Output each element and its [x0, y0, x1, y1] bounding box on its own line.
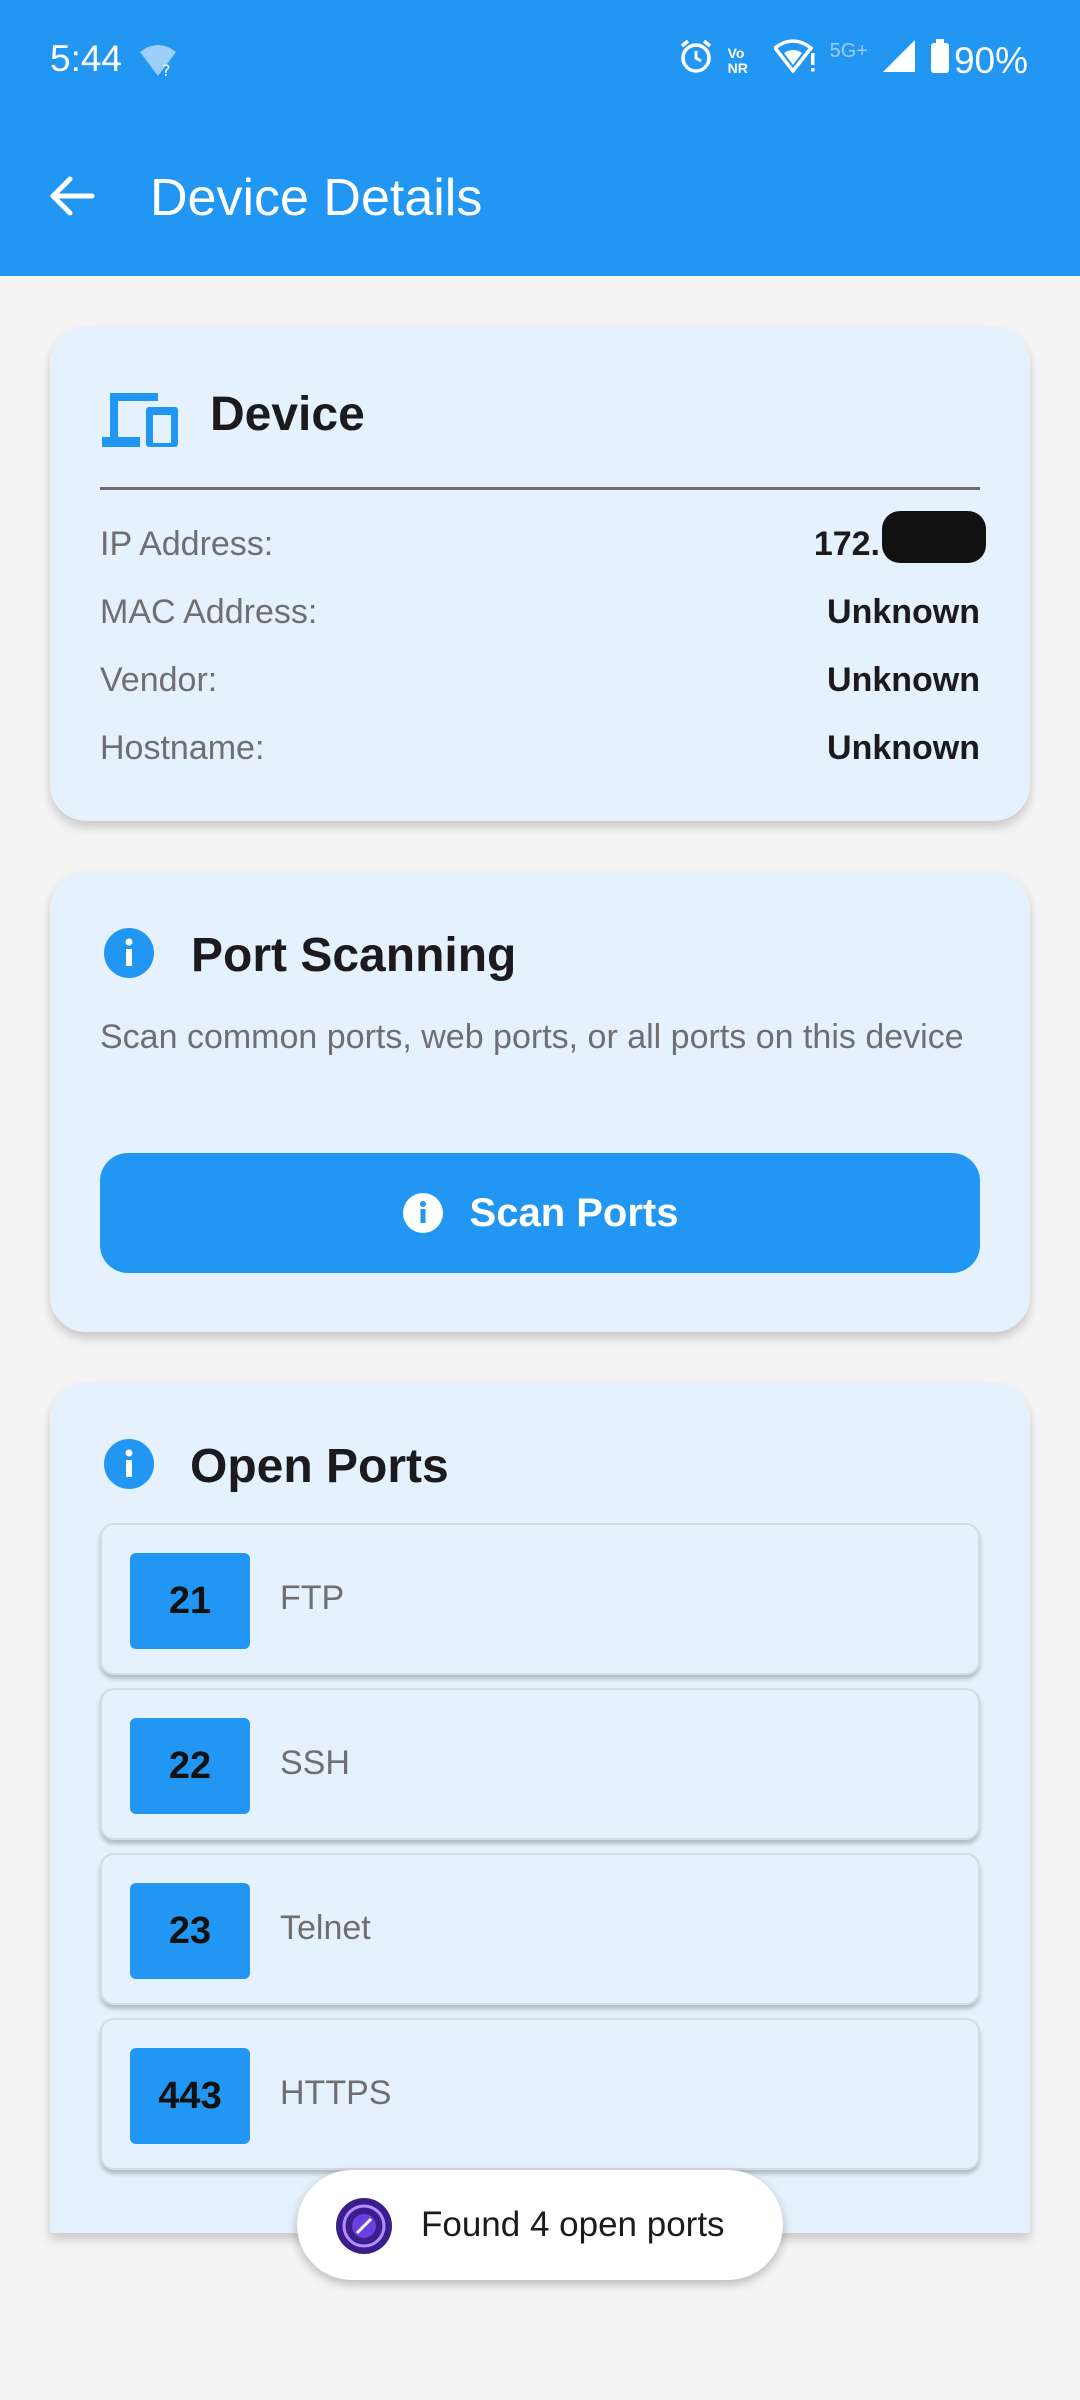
ip-address-value: 172. [813, 525, 880, 563]
port-scanning-title: Port Scanning [191, 929, 517, 982]
status-time: 5:44 [50, 38, 123, 79]
battery-icon [930, 39, 950, 82]
back-arrow-icon[interactable] [44, 168, 100, 224]
info-icon [402, 1192, 444, 1234]
port-service-name: HTTPS [280, 2074, 392, 2112]
divider [100, 487, 980, 490]
port-service-name: FTP [280, 1579, 345, 1617]
port-number-badge: 443 [130, 2048, 250, 2144]
devices-icon [100, 389, 182, 451]
port-scanning-description: Scan common ports, web ports, or all por… [100, 1018, 964, 1056]
toast-text: Found 4 open ports [421, 2205, 725, 2244]
port-list-item[interactable]: 21 FTP [100, 1523, 980, 1675]
port-number-badge: 21 [130, 1553, 250, 1649]
port-number-badge: 22 [130, 1718, 250, 1814]
port-list-item[interactable]: 22 SSH [100, 1688, 980, 1840]
alarm-icon [678, 38, 714, 83]
vendor-label: Vendor: [100, 661, 218, 699]
signal-icon [882, 39, 916, 82]
port-number-badge: 23 [130, 1883, 250, 1979]
hostname-row: Hostname: Unknown [100, 729, 980, 769]
page-title: Device Details [150, 169, 483, 227]
hostname-label: Hostname: [100, 729, 265, 767]
ip-address-label: IP Address: [100, 525, 274, 563]
status-icons: Vo NR 5G+ 90% [678, 38, 1028, 83]
svg-text:?: ? [162, 61, 171, 78]
ip-address-row: IP Address: 172. [100, 511, 986, 565]
wifi-question-icon: ? [138, 44, 178, 83]
info-icon [103, 927, 155, 979]
open-ports-card: Open Ports 21 FTP 22 SSH 23 Telnet 443 H… [50, 1383, 1030, 2233]
battery-percent: 90% [953, 39, 1028, 81]
scan-ports-button[interactable]: Scan Ports [100, 1153, 980, 1273]
scan-ports-label: Scan Ports [469, 1190, 679, 1235]
hostname-value: Unknown [827, 729, 980, 767]
mac-address-label: MAC Address: [100, 593, 318, 631]
vendor-row: Vendor: Unknown [100, 661, 980, 701]
port-list-item[interactable]: 443 HTTPS [100, 2018, 980, 2170]
port-service-name: Telnet [280, 1909, 371, 1947]
port-list-item[interactable]: 23 Telnet [100, 1853, 980, 2005]
app-bar: 5:44 ? Vo NR 5G+ 90% Device Details [0, 0, 1080, 276]
toast-message: Found 4 open ports [297, 2170, 783, 2280]
device-card-title: Device [210, 388, 365, 441]
wifi-alert-icon [772, 39, 816, 82]
app-logo-icon [335, 2197, 393, 2255]
volte-icon: Vo NR [727, 44, 748, 76]
mac-address-row: MAC Address: Unknown [100, 593, 980, 633]
info-icon [103, 1438, 155, 1490]
port-service-name: SSH [280, 1744, 350, 1782]
mac-address-value: Unknown [827, 593, 980, 631]
open-ports-title: Open Ports [190, 1440, 449, 1493]
device-info-card: Device IP Address: 172. MAC Address: Unk… [50, 327, 1030, 821]
redaction-mark [882, 511, 986, 563]
vendor-value: Unknown [827, 661, 980, 699]
port-scanning-card: Port Scanning Scan common ports, web por… [50, 872, 1030, 1332]
network-type-label: 5G+ [829, 40, 868, 62]
